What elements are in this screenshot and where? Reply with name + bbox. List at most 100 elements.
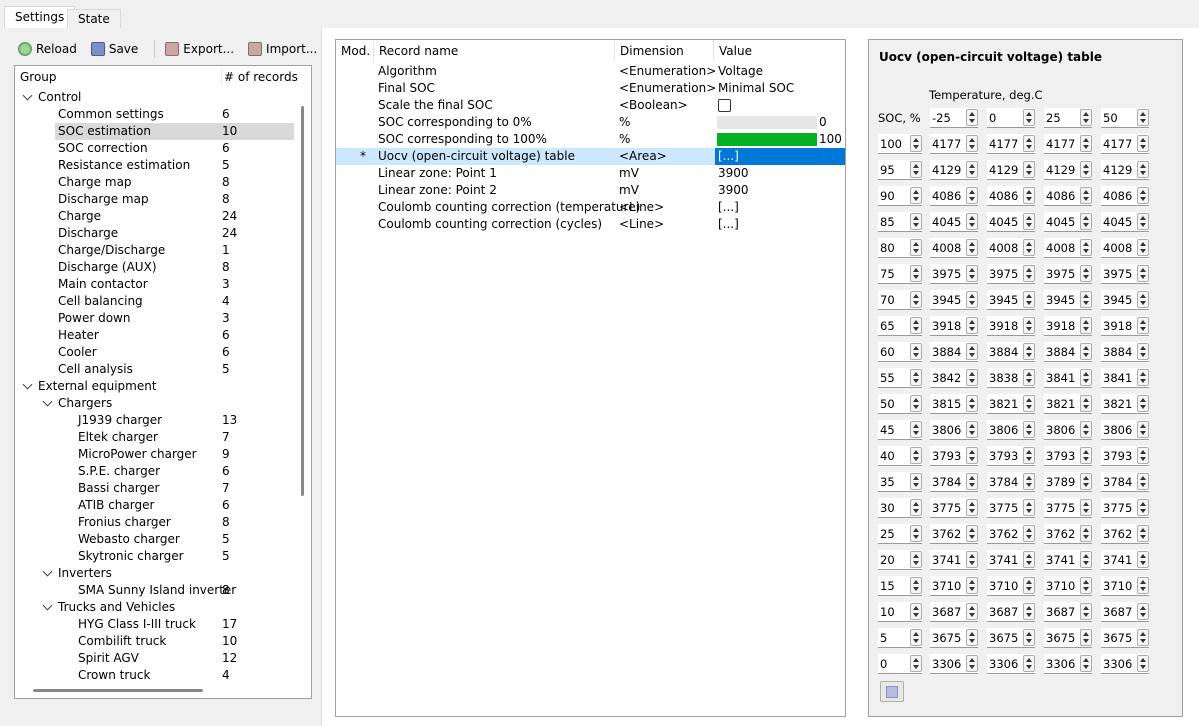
spin-arrows-icon[interactable] bbox=[910, 395, 922, 412]
spin-arrows-icon[interactable] bbox=[910, 551, 922, 568]
voltage-spinbox[interactable]: 3789 bbox=[1044, 472, 1092, 492]
voltage-spinbox[interactable]: 3710 bbox=[1044, 576, 1092, 596]
group-column-header[interactable]: Group bbox=[20, 70, 57, 84]
tree-item[interactable]: Crown truck 4 bbox=[15, 667, 295, 684]
temperature-spinbox[interactable]: 25 bbox=[1044, 108, 1092, 128]
spin-arrows-icon[interactable] bbox=[1023, 395, 1035, 412]
spin-arrows-icon[interactable] bbox=[966, 317, 978, 334]
spin-arrows-icon[interactable] bbox=[966, 629, 978, 646]
tree-item[interactable]: Charge map 8 bbox=[15, 174, 295, 191]
spin-arrows-icon[interactable] bbox=[1137, 447, 1149, 464]
spin-arrows-icon[interactable] bbox=[1137, 525, 1149, 542]
tree-item[interactable]: Power down 3 bbox=[15, 310, 295, 327]
spin-arrows-icon[interactable] bbox=[910, 317, 922, 334]
voltage-spinbox[interactable]: 3710 bbox=[987, 576, 1035, 596]
voltage-spinbox[interactable]: 3687 bbox=[930, 602, 978, 622]
reload-button[interactable]: Reload bbox=[14, 39, 81, 59]
tree-item[interactable]: Common settings 6 bbox=[15, 106, 295, 123]
spin-arrows-icon[interactable] bbox=[1137, 421, 1149, 438]
voltage-spinbox[interactable]: 3687 bbox=[1044, 602, 1092, 622]
tree-item[interactable]: Chargers bbox=[15, 395, 295, 412]
soc-spinbox[interactable]: 70 bbox=[878, 290, 922, 310]
tree-item[interactable]: Charge 24 bbox=[15, 208, 295, 225]
voltage-spinbox[interactable]: 4177 bbox=[930, 134, 978, 154]
voltage-spinbox[interactable]: 3918 bbox=[1044, 316, 1092, 336]
spin-arrows-icon[interactable] bbox=[966, 525, 978, 542]
spin-arrows-icon[interactable] bbox=[966, 655, 978, 672]
voltage-spinbox[interactable]: 3975 bbox=[1101, 264, 1149, 284]
spin-arrows-icon[interactable] bbox=[966, 239, 978, 256]
voltage-spinbox[interactable]: 4129 bbox=[1101, 160, 1149, 180]
spin-arrows-icon[interactable] bbox=[1080, 577, 1092, 594]
voltage-spinbox[interactable]: 3821 bbox=[1101, 394, 1149, 414]
tree-item[interactable]: HYG Class I-III truck 17 bbox=[15, 616, 295, 633]
voltage-spinbox[interactable]: 3884 bbox=[1044, 342, 1092, 362]
spin-arrows-icon[interactable] bbox=[1023, 473, 1035, 490]
record-row[interactable]: Linear zone: Point 2 mV 3900 bbox=[336, 182, 845, 199]
spin-arrows-icon[interactable] bbox=[1023, 629, 1035, 646]
spin-arrows-icon[interactable] bbox=[910, 421, 922, 438]
spin-arrows-icon[interactable] bbox=[910, 447, 922, 464]
voltage-spinbox[interactable]: 3841 bbox=[1101, 368, 1149, 388]
spin-arrows-icon[interactable] bbox=[1080, 161, 1092, 178]
voltage-spinbox[interactable]: 4008 bbox=[1101, 238, 1149, 258]
record-row[interactable]: Coulomb counting correction (cycles) <Lin… bbox=[336, 216, 845, 233]
voltage-spinbox[interactable]: 4086 bbox=[1044, 186, 1092, 206]
voltage-spinbox[interactable]: 4008 bbox=[930, 238, 978, 258]
spin-arrows-icon[interactable] bbox=[966, 551, 978, 568]
spin-arrows-icon[interactable] bbox=[1023, 265, 1035, 282]
voltage-spinbox[interactable]: 3687 bbox=[1101, 602, 1149, 622]
voltage-spinbox[interactable]: 4086 bbox=[930, 186, 978, 206]
voltage-spinbox[interactable]: 3306 bbox=[1044, 654, 1092, 674]
spin-arrows-icon[interactable] bbox=[1137, 551, 1149, 568]
spin-arrows-icon[interactable] bbox=[1023, 447, 1035, 464]
voltage-spinbox[interactable]: 3687 bbox=[987, 602, 1035, 622]
tree-item[interactable]: Discharge map 8 bbox=[15, 191, 295, 208]
voltage-spinbox[interactable]: 3675 bbox=[987, 628, 1035, 648]
spin-arrows-icon[interactable] bbox=[1080, 421, 1092, 438]
spin-arrows-icon[interactable] bbox=[1080, 187, 1092, 204]
spin-arrows-icon[interactable] bbox=[1023, 655, 1035, 672]
spin-arrows-icon[interactable] bbox=[1023, 161, 1035, 178]
spin-arrows-icon[interactable] bbox=[1137, 265, 1149, 282]
voltage-spinbox[interactable]: 3815 bbox=[930, 394, 978, 414]
spin-arrows-icon[interactable] bbox=[1137, 629, 1149, 646]
name-column-header[interactable]: Record name bbox=[373, 40, 458, 62]
soc-spinbox[interactable]: 0 bbox=[878, 654, 922, 674]
spin-arrows-icon[interactable] bbox=[1080, 369, 1092, 386]
voltage-spinbox[interactable]: 3306 bbox=[1101, 654, 1149, 674]
value-column-header[interactable]: Value bbox=[713, 40, 752, 62]
spin-arrows-icon[interactable] bbox=[1023, 239, 1035, 256]
spin-arrows-icon[interactable] bbox=[1023, 135, 1035, 152]
tab-state[interactable]: State bbox=[67, 9, 121, 29]
voltage-spinbox[interactable]: 3710 bbox=[1101, 576, 1149, 596]
spin-arrows-icon[interactable] bbox=[966, 603, 978, 620]
record-row[interactable]: Scale the final SOC <Boolean> bbox=[336, 97, 845, 114]
spin-arrows-icon[interactable] bbox=[1023, 187, 1035, 204]
voltage-spinbox[interactable]: 4129 bbox=[987, 160, 1035, 180]
tree-item[interactable]: Resistance estimation 5 bbox=[15, 157, 295, 174]
spin-arrows-icon[interactable] bbox=[1023, 369, 1035, 386]
group-tree[interactable]: Group # of records Control Common setting… bbox=[14, 65, 312, 699]
spin-arrows-icon[interactable] bbox=[1137, 317, 1149, 334]
voltage-spinbox[interactable]: 3710 bbox=[930, 576, 978, 596]
voltage-spinbox[interactable]: 3842 bbox=[930, 368, 978, 388]
record-row[interactable]: Coulomb counting correction (temperature… bbox=[336, 199, 845, 216]
spin-arrows-icon[interactable] bbox=[910, 577, 922, 594]
spin-arrows-icon[interactable] bbox=[1137, 577, 1149, 594]
tree-item[interactable]: Main contactor 3 bbox=[15, 276, 295, 293]
soc-spinbox[interactable]: 60 bbox=[878, 342, 922, 362]
voltage-spinbox[interactable]: 3762 bbox=[930, 524, 978, 544]
record-row[interactable]: SOC corresponding to 100%% 100 bbox=[336, 131, 845, 148]
voltage-spinbox[interactable]: 3793 bbox=[930, 446, 978, 466]
tree-item[interactable]: Inverters bbox=[15, 565, 295, 582]
spin-arrows-icon[interactable] bbox=[1023, 109, 1035, 126]
temperature-spinbox[interactable]: -25 bbox=[930, 108, 978, 128]
tree-item[interactable]: MicroPower charger 9 bbox=[15, 446, 295, 463]
voltage-spinbox[interactable]: 3945 bbox=[1044, 290, 1092, 310]
chevron-down-icon[interactable] bbox=[42, 566, 53, 577]
voltage-spinbox[interactable]: 3762 bbox=[1101, 524, 1149, 544]
tree-item[interactable]: J1939 charger 13 bbox=[15, 412, 295, 429]
soc-spinbox[interactable]: 55 bbox=[878, 368, 922, 388]
spin-arrows-icon[interactable] bbox=[1137, 161, 1149, 178]
